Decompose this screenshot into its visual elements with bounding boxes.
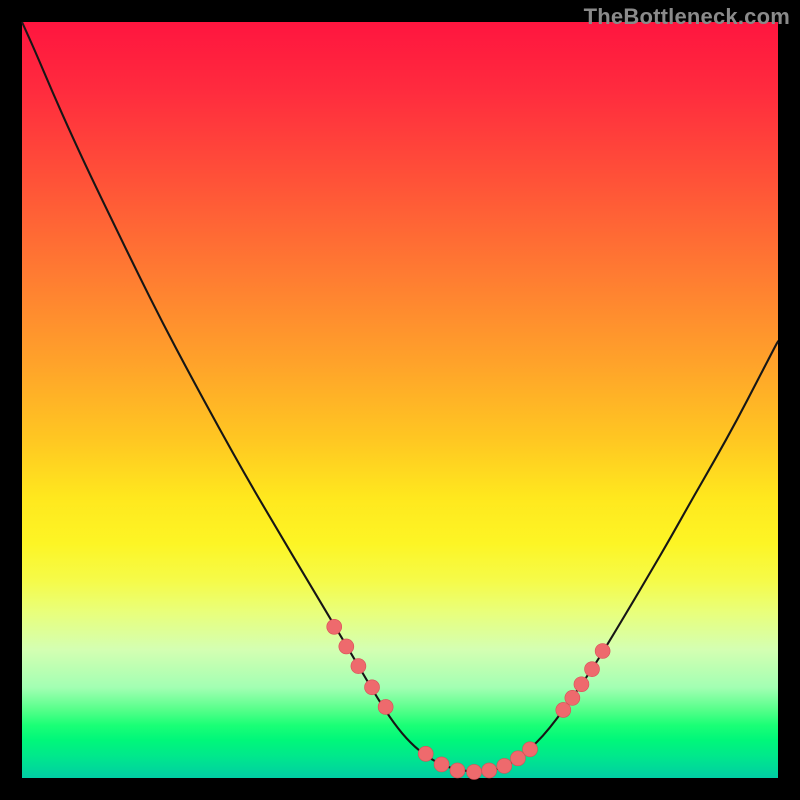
curve-marker	[482, 763, 497, 778]
curve-marker	[378, 699, 393, 714]
curve-marker	[467, 764, 482, 779]
curve-marker	[351, 659, 366, 674]
curve-marker	[595, 643, 610, 658]
bottleneck-curve	[22, 22, 778, 772]
chart-frame: TheBottleneck.com	[0, 0, 800, 800]
chart-svg	[22, 22, 778, 778]
curve-markers	[327, 619, 610, 779]
curve-marker	[585, 662, 600, 677]
curve-marker	[327, 619, 342, 634]
curve-marker	[523, 742, 538, 757]
curve-marker	[339, 639, 354, 654]
curve-marker	[574, 677, 589, 692]
curve-marker	[365, 680, 380, 695]
curve-marker	[434, 757, 449, 772]
curve-marker	[556, 702, 571, 717]
curve-marker	[450, 763, 465, 778]
curve-marker	[418, 746, 433, 761]
curve-marker	[497, 758, 512, 773]
curve-marker	[565, 690, 580, 705]
watermark-text: TheBottleneck.com	[584, 4, 790, 30]
curve-marker	[510, 751, 525, 766]
